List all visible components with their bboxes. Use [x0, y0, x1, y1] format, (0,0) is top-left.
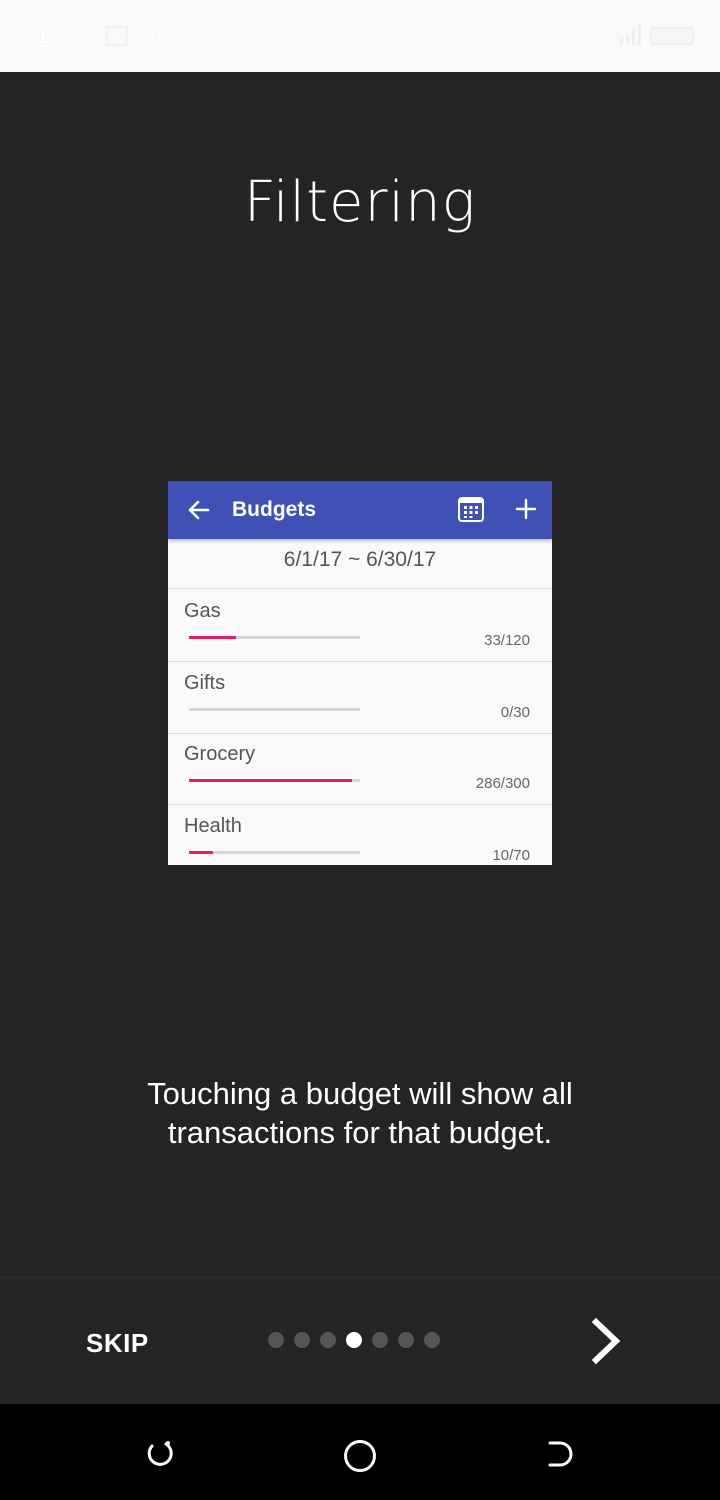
preview-app-bar-title: Budgets	[232, 498, 316, 521]
page-dot	[268, 1332, 284, 1348]
budget-name: Gas	[184, 600, 221, 622]
budget-progress-track	[189, 708, 360, 711]
page-dot	[320, 1332, 336, 1348]
budget-progress-fill	[189, 636, 237, 639]
add-icon	[515, 498, 537, 520]
budget-row-grocery: Grocery 286/300	[168, 733, 552, 805]
home-icon[interactable]	[344, 1440, 376, 1472]
signal-icon	[620, 24, 641, 45]
budget-progress-track	[189, 779, 360, 782]
back-icon[interactable]	[544, 1438, 576, 1470]
page-indicator	[268, 1332, 440, 1348]
next-button[interactable]	[586, 1316, 626, 1366]
budget-progress-track	[189, 636, 360, 639]
page-dot	[372, 1332, 388, 1348]
system-navigation-bar	[0, 1404, 720, 1500]
budget-name: Gifts	[184, 672, 226, 694]
preview-app-bar: Budgets	[168, 481, 552, 539]
status-time: 12:34	[36, 22, 99, 49]
calendar-icon	[458, 497, 484, 522]
budget-progress-fill	[189, 779, 352, 782]
onboarding-description: Touching a budget will show all transact…	[147, 1076, 573, 1150]
onboarding-bottom-bar: SKIP	[0, 1277, 720, 1404]
budget-row-gifts: Gifts 0/30	[168, 662, 552, 734]
preview-date-range: 6/1/17 ~ 6/30/17	[168, 539, 552, 589]
budget-amount: 33/120	[484, 632, 530, 649]
more-notifications-indicator: ··	[146, 22, 160, 44]
battery-icon	[650, 27, 694, 45]
budget-name: Grocery	[184, 743, 256, 765]
back-arrow-icon	[188, 500, 210, 520]
recent-apps-icon[interactable]	[144, 1438, 176, 1470]
page-dot	[398, 1332, 414, 1348]
budget-amount: 10/70	[492, 847, 530, 864]
page-dot	[424, 1332, 440, 1348]
status-bar: 12:34 ··	[0, 0, 720, 72]
budget-row-health: Health 10/70	[168, 805, 552, 865]
budgets-screenshot-preview: Budgets 6/1/17 ~ 6/30/17 Gas 33/120 Gift…	[168, 481, 552, 865]
page-dot-active	[346, 1332, 362, 1348]
page-dot	[294, 1332, 310, 1348]
budget-progress-track	[189, 851, 360, 854]
budget-progress-fill	[189, 851, 214, 854]
budget-amount: 286/300	[475, 775, 530, 792]
budget-row-gas: Gas 33/120	[168, 590, 552, 662]
budget-amount: 0/30	[500, 704, 530, 721]
onboarding-title: Filtering	[243, 170, 477, 235]
skip-button[interactable]: SKIP	[86, 1328, 149, 1359]
budget-name: Health	[184, 815, 242, 837]
image-icon	[106, 26, 128, 46]
